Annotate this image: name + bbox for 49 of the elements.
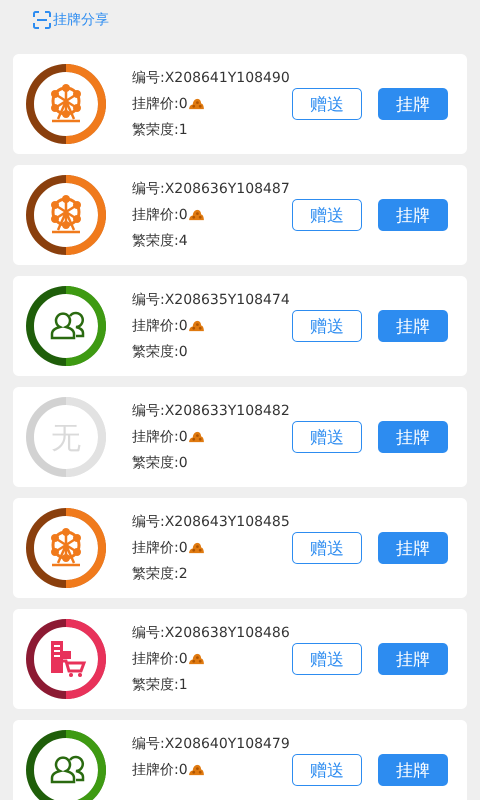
listing-price: 挂牌价:0 [132, 539, 188, 557]
coin-pile-icon [188, 209, 205, 221]
listing-price: 挂牌价:0 [132, 428, 188, 446]
gift-button[interactable]: 赠送 [292, 643, 362, 675]
plot-icon [26, 64, 106, 144]
list-button[interactable]: 挂牌 [378, 88, 448, 120]
coin-pile-icon [188, 98, 205, 110]
prosperity-text: 繁荣度:1 [132, 121, 189, 139]
plot-number: 编号:X208643Y108485 [132, 513, 291, 531]
listing-price: 挂牌价:0 [132, 650, 188, 668]
coin-pile-icon [188, 542, 205, 554]
plot-icon [26, 286, 106, 366]
plot-number: 编号:X208640Y108479 [132, 735, 291, 753]
listing-price: 挂牌价:0 [132, 317, 188, 335]
gift-button[interactable]: 赠送 [292, 310, 362, 342]
prosperity-text: 繁荣度:4 [132, 232, 189, 250]
plot-icon [26, 175, 106, 255]
plot-number: 编号:X208641Y108490 [132, 69, 291, 87]
coin-pile-icon [188, 764, 205, 776]
gift-button[interactable]: 赠送 [292, 88, 362, 120]
gift-button[interactable]: 赠送 [292, 754, 362, 786]
prosperity-text: 繁荣度:2 [132, 565, 189, 583]
list-button[interactable]: 挂牌 [378, 643, 448, 675]
coin-pile-icon [188, 431, 205, 443]
gift-button[interactable]: 赠送 [292, 532, 362, 564]
plot-number: 编号:X208633Y108482 [132, 402, 291, 420]
plot-icon [26, 508, 106, 588]
plot-number: 编号:X208638Y108486 [132, 624, 291, 642]
coin-pile-icon [188, 320, 205, 332]
plot-number: 编号:X208636Y108487 [132, 180, 291, 198]
list-button[interactable]: 挂牌 [378, 421, 448, 453]
gift-button[interactable]: 赠送 [292, 199, 362, 231]
list-button[interactable]: 挂牌 [378, 310, 448, 342]
prosperity-text: 繁荣度:1 [132, 676, 189, 694]
prosperity-text: 繁荣度:0 [132, 343, 189, 361]
plot-icon [26, 619, 106, 699]
listing-price: 挂牌价:0 [132, 95, 188, 113]
list-button[interactable]: 挂牌 [378, 754, 448, 786]
coin-pile-icon [188, 653, 205, 665]
gift-button[interactable]: 赠送 [292, 421, 362, 453]
list-button[interactable]: 挂牌 [378, 199, 448, 231]
prosperity-text: 繁荣度:0 [132, 454, 189, 472]
listing-price: 挂牌价:0 [132, 206, 188, 224]
list-button[interactable]: 挂牌 [378, 532, 448, 564]
plot-number: 编号:X208635Y108474 [132, 291, 291, 309]
listing-price: 挂牌价:0 [132, 761, 188, 779]
scan-icon [33, 11, 51, 29]
share-button[interactable]: 挂牌分享 [33, 11, 109, 29]
plot-icon [26, 730, 106, 800]
